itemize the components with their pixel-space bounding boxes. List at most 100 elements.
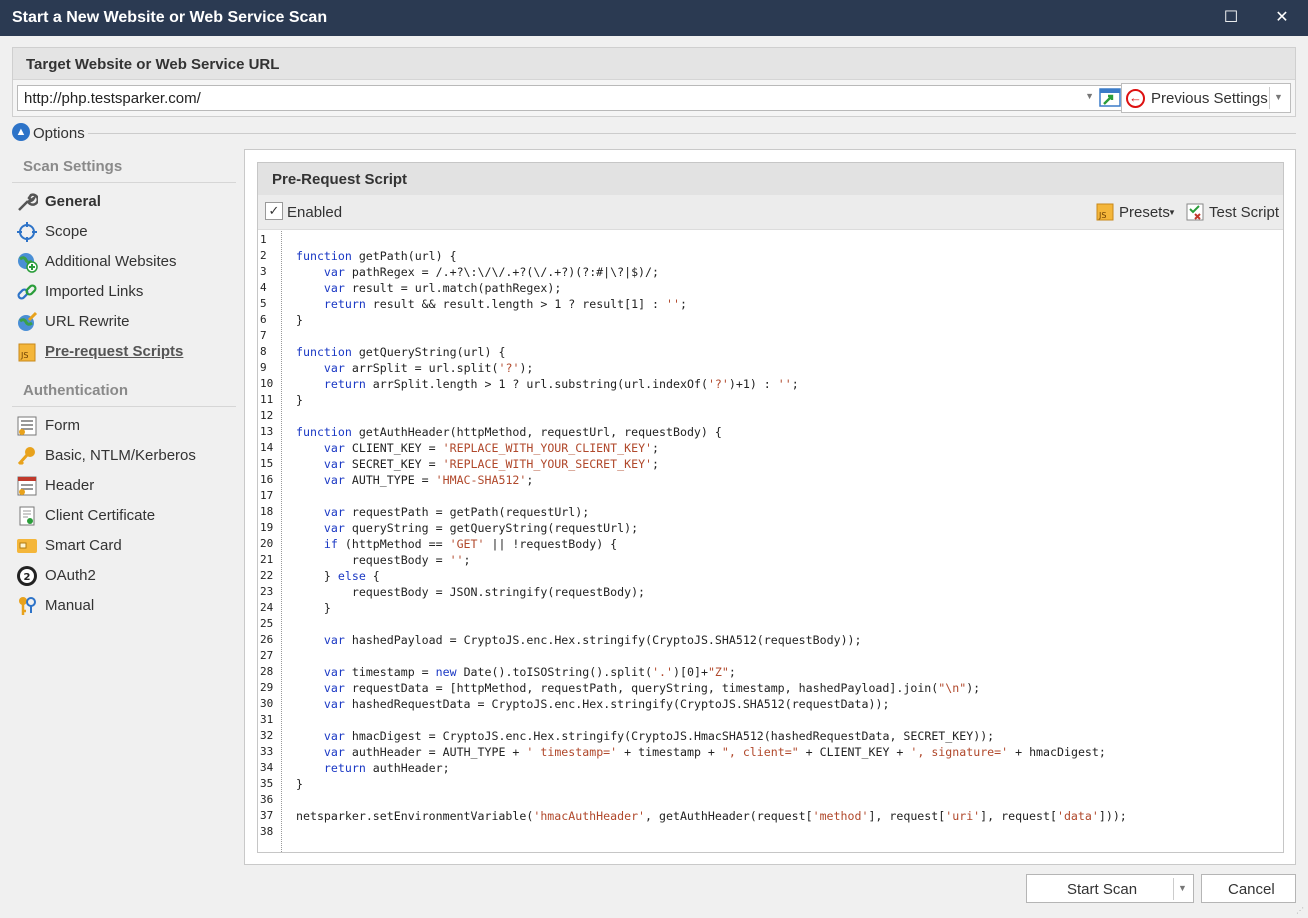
code-line[interactable]: var requestPath = getPath(requestUrl); bbox=[296, 504, 589, 520]
code-line[interactable]: return result && result.length > 1 ? res… bbox=[296, 296, 687, 312]
oauth2-icon: 2 bbox=[17, 566, 37, 586]
start-scan-button[interactable]: Start Scan ▼ bbox=[1026, 874, 1194, 903]
code-line[interactable]: var arrSplit = url.split('?'); bbox=[296, 360, 533, 376]
sidebar-item-header[interactable]: Header bbox=[16, 473, 234, 499]
line-number: 7 bbox=[260, 329, 267, 342]
code-line[interactable]: return authHeader; bbox=[296, 760, 450, 776]
sidebar-item-smart-card[interactable]: Smart Card bbox=[16, 533, 234, 559]
line-number: 19 bbox=[260, 521, 274, 534]
dialog-footer: Start Scan ▼ Cancel ⋰ bbox=[0, 872, 1308, 918]
sidebar-item-label: General bbox=[45, 193, 101, 210]
sidebar-item-label: URL Rewrite bbox=[45, 313, 130, 330]
sidebar-item-form[interactable]: Form bbox=[16, 413, 234, 439]
line-number: 4 bbox=[260, 281, 267, 294]
code-line[interactable]: return arrSplit.length > 1 ? url.substri… bbox=[296, 376, 799, 392]
code-line[interactable]: } bbox=[296, 776, 303, 792]
script-editor[interactable]: 1 2 3 4 5 6 7 8 9 10 11 12 13 14 15 16 17 18 19 20 21 22 23 24 2… bbox=[258, 231, 1283, 852]
line-number: 14 bbox=[260, 441, 274, 454]
line-number: 28 bbox=[260, 665, 274, 678]
code-line[interactable]: function getAuthHeader(httpMethod, reque… bbox=[296, 424, 722, 440]
code-line[interactable]: var hashedRequestData = CryptoJS.enc.Hex… bbox=[296, 696, 890, 712]
js-file-icon: JS bbox=[18, 343, 36, 362]
line-number: 30 bbox=[260, 697, 274, 710]
code-line[interactable]: var queryString = getQueryString(request… bbox=[296, 520, 638, 536]
code-line[interactable]: requestBody = ''; bbox=[296, 552, 471, 568]
sidebar-item-manual[interactable]: Manual bbox=[16, 593, 234, 619]
line-number: 13 bbox=[260, 425, 274, 438]
enabled-label[interactable]: Enabled bbox=[287, 204, 342, 221]
settings-content: Pre-Request Script ✓ Enabled JS Presets … bbox=[244, 149, 1296, 865]
code-line[interactable]: function getPath(url) { bbox=[296, 248, 457, 264]
sidebar-item-additional-websites[interactable]: Additional Websites bbox=[16, 249, 234, 275]
line-number: 20 bbox=[260, 537, 274, 550]
cancel-label: Cancel bbox=[1228, 881, 1275, 898]
title-bar: Start a New Website or Web Service Scan … bbox=[0, 0, 1308, 36]
maximize-button[interactable]: ☐ bbox=[1219, 6, 1243, 30]
sidebar-item-oauth2[interactable]: 2 OAuth2 bbox=[16, 563, 234, 589]
code-line[interactable]: var authHeader = AUTH_TYPE + ' timestamp… bbox=[296, 744, 1106, 760]
url-dropdown-icon[interactable]: ▼ bbox=[1085, 91, 1094, 101]
options-toggle[interactable]: ▲ Options bbox=[12, 123, 1296, 145]
url-input[interactable]: http://php.testsparker.com/ ▼ bbox=[17, 85, 1125, 111]
code-line[interactable]: } bbox=[296, 392, 303, 408]
sidebar-item-pre-request-scripts[interactable]: JS Pre-request Scripts bbox=[16, 339, 234, 365]
smart-card-icon bbox=[17, 539, 37, 553]
script-card-header: Pre-Request Script bbox=[258, 163, 1283, 195]
code-line[interactable]: function getQueryString(url) { bbox=[296, 344, 505, 360]
line-number: 8 bbox=[260, 345, 267, 358]
code-line[interactable]: } bbox=[296, 312, 303, 328]
window-title: Start a New Website or Web Service Scan bbox=[12, 9, 328, 26]
code-line[interactable]: } else { bbox=[296, 568, 380, 584]
line-number: 10 bbox=[260, 377, 274, 390]
chevron-up-icon[interactable]: ▲ bbox=[12, 123, 30, 141]
line-number: 26 bbox=[260, 633, 274, 646]
previous-settings-dropdown-icon[interactable]: ▼ bbox=[1274, 92, 1283, 102]
presets-button[interactable]: JS Presets ▼ bbox=[1095, 201, 1179, 225]
script-toolbar: ✓ Enabled JS Presets ▼ Test Script bbox=[258, 195, 1283, 230]
authentication-heading: Authentication bbox=[23, 382, 128, 399]
previous-settings-button[interactable]: ← Previous Settings ▼ bbox=[1121, 83, 1291, 113]
sidebar-item-imported-links[interactable]: Imported Links bbox=[16, 279, 234, 305]
link-icon bbox=[17, 284, 37, 300]
line-number: 2 bbox=[260, 249, 267, 262]
code-line[interactable]: var CLIENT_KEY = 'REPLACE_WITH_YOUR_CLIE… bbox=[296, 440, 659, 456]
code-line[interactable]: if (httpMethod == 'GET' || !requestBody)… bbox=[296, 536, 617, 552]
options-label[interactable]: Options bbox=[33, 125, 85, 142]
previous-settings-label: Previous Settings bbox=[1151, 90, 1268, 107]
line-number: 9 bbox=[260, 361, 267, 374]
code-line[interactable]: } bbox=[296, 600, 331, 616]
code-line[interactable]: var timestamp = new Date().toISOString()… bbox=[296, 664, 736, 680]
code-line[interactable]: var hmacDigest = CryptoJS.enc.Hex.string… bbox=[296, 728, 994, 744]
sidebar-item-client-certificate[interactable]: Client Certificate bbox=[16, 503, 234, 529]
line-number: 16 bbox=[260, 473, 274, 486]
cancel-button[interactable]: Cancel bbox=[1201, 874, 1296, 903]
start-scan-dropdown-icon[interactable]: ▼ bbox=[1178, 883, 1187, 893]
url-input-value[interactable]: http://php.testsparker.com/ bbox=[24, 90, 201, 107]
code-line[interactable]: var SECRET_KEY = 'REPLACE_WITH_YOUR_SECR… bbox=[296, 456, 659, 472]
enabled-checkbox[interactable]: ✓ bbox=[265, 202, 283, 220]
open-url-icon[interactable] bbox=[1099, 87, 1121, 109]
svg-text:JS: JS bbox=[20, 351, 28, 360]
line-number: 35 bbox=[260, 777, 274, 790]
sidebar-item-scope[interactable]: Scope bbox=[16, 219, 234, 245]
resize-grip-icon[interactable]: ⋰ bbox=[1296, 906, 1306, 916]
line-number: 22 bbox=[260, 569, 274, 582]
sidebar-item-url-rewrite[interactable]: URL Rewrite bbox=[16, 309, 234, 335]
code-line[interactable]: requestBody = JSON.stringify(requestBody… bbox=[296, 584, 645, 600]
line-number: 18 bbox=[260, 505, 274, 518]
close-button[interactable]: ✕ bbox=[1270, 6, 1294, 30]
sidebar-item-label: Client Certificate bbox=[45, 507, 156, 524]
code-line[interactable]: var pathRegex = /.+?\:\/\/.+?(\/.+?)(?:#… bbox=[296, 264, 659, 280]
sidebar-item-label: Additional Websites bbox=[45, 253, 177, 270]
code-line[interactable]: var hashedPayload = CryptoJS.enc.Hex.str… bbox=[296, 632, 862, 648]
line-number: 31 bbox=[260, 713, 274, 726]
code-line[interactable]: netsparker.setEnvironmentVariable('hmacA… bbox=[296, 808, 1127, 824]
test-script-button[interactable]: Test Script bbox=[1185, 201, 1283, 225]
svg-text:2: 2 bbox=[24, 572, 31, 583]
code-line[interactable]: var result = url.match(pathRegex); bbox=[296, 280, 561, 296]
code-line[interactable]: var requestData = [httpMethod, requestPa… bbox=[296, 680, 980, 696]
sidebar-item-general[interactable]: General bbox=[16, 189, 234, 215]
sidebar-item-basic-ntlm-kerberos[interactable]: Basic, NTLM/Kerberos bbox=[16, 443, 234, 469]
line-number: 25 bbox=[260, 617, 274, 630]
code-line[interactable]: var AUTH_TYPE = 'HMAC-SHA512'; bbox=[296, 472, 533, 488]
